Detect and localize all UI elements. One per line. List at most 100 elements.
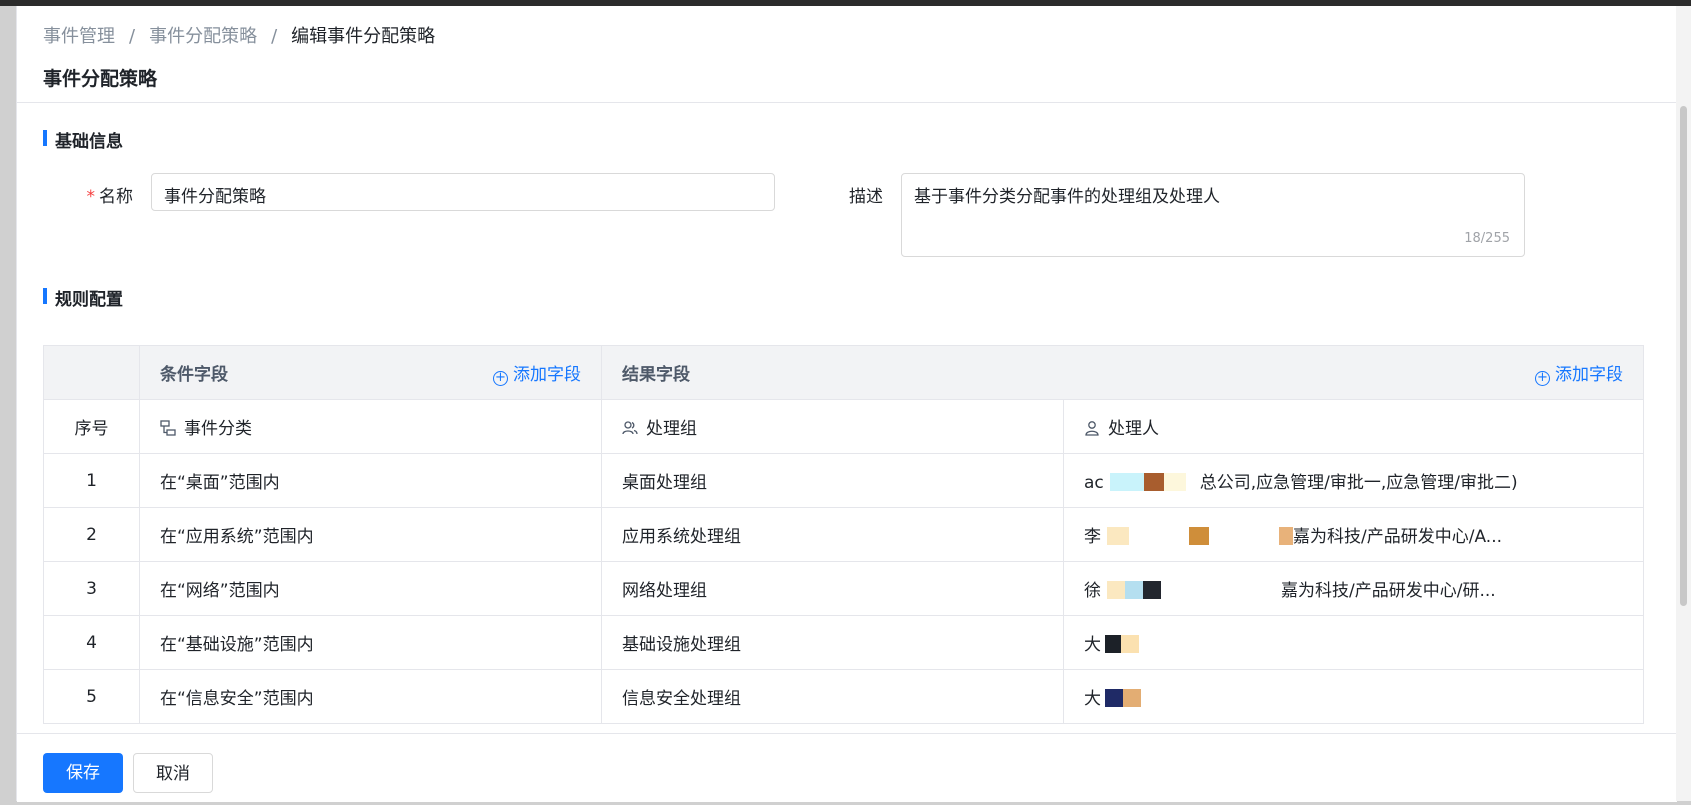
assignee-prefix: 徐 <box>1084 581 1101 601</box>
cancel-button[interactable]: 取消 <box>133 753 213 793</box>
row-group[interactable]: 网络处理组 <box>601 561 1064 616</box>
assignee-prefix: 李 <box>1084 527 1101 547</box>
redacted-block <box>1189 527 1209 545</box>
redacted-block <box>1129 527 1189 545</box>
condition-field-title: 条件字段 <box>160 364 228 385</box>
row-assignee[interactable]: 大 <box>1063 669 1644 724</box>
redacted-block <box>1105 689 1123 707</box>
section-title-rules: 规则配置 <box>43 285 123 310</box>
rules-table-group-header: 条件字段 + 添加字段 结果字段 + 添加字段 <box>43 345 1644 400</box>
add-condition-field-button[interactable]: + 添加字段 <box>493 360 581 386</box>
breadcrumb-separator: / <box>129 26 136 47</box>
row-assignee[interactable]: ac 总公司,应急管理/审批一,应急管理/审批二) <box>1063 453 1644 508</box>
result-field-header: 结果字段 + 添加字段 <box>601 345 1644 400</box>
save-button[interactable]: 保存 <box>43 753 123 793</box>
row-index: 3 <box>43 561 140 616</box>
required-mark: * <box>86 187 96 207</box>
breadcrumb: 事件管理 / 事件分配策略 / 编辑事件分配策略 <box>43 22 435 48</box>
row-assignee[interactable]: 大 <box>1063 615 1644 670</box>
user-icon <box>1085 421 1099 436</box>
description-char-counter: 18/255 <box>1464 231 1510 246</box>
plus-circle-icon: + <box>493 370 508 386</box>
section-title-basic-info: 基础信息 <box>43 127 123 152</box>
redacted-block <box>1163 473 1186 491</box>
edit-page: 事件管理 / 事件分配策略 / 编辑事件分配策略 事件分配策略 基础信息 * 名称 事件分… <box>16 6 1677 802</box>
row-index: 1 <box>43 453 140 508</box>
add-result-field-button[interactable]: + 添加字段 <box>1535 360 1623 386</box>
name-label: * 名称 <box>77 182 134 207</box>
assignee-suffix: 嘉为科技/产品研发中心/研... <box>1281 581 1496 601</box>
redacted-block <box>1186 473 1200 491</box>
redacted-block <box>1109 473 1144 491</box>
description-textarea[interactable]: 基于事件分类分配事件的处理组及处理人 18/255 <box>901 173 1525 257</box>
row-index: 5 <box>43 669 140 724</box>
row-index: 2 <box>43 507 140 562</box>
redacted-block <box>1161 581 1281 599</box>
row-group[interactable]: 应用系统处理组 <box>601 507 1064 562</box>
name-input-value: 事件分配策略 <box>164 187 266 207</box>
assignee-prefix: ac <box>1084 473 1104 493</box>
row-group[interactable]: 桌面处理组 <box>601 453 1064 508</box>
group-column-header: 处理组 <box>601 399 1064 454</box>
redacted-block <box>1125 581 1143 599</box>
name-label-text: 名称 <box>99 187 133 207</box>
description-value: 基于事件分类分配事件的处理组及处理人 <box>914 187 1220 207</box>
scrollbar-thumb[interactable] <box>1680 106 1687 606</box>
redacted-block <box>1123 689 1141 707</box>
rules-table-column-header: 序号 事件分类 处理组 处理人 <box>43 399 1644 454</box>
category-column-header: 事件分类 <box>139 399 602 454</box>
redacted-block <box>1107 581 1125 599</box>
result-field-title: 结果字段 <box>622 364 690 385</box>
breadcrumb-separator: / <box>271 26 278 47</box>
header-divider <box>17 102 1677 103</box>
redacted-block <box>1143 473 1164 491</box>
row-group[interactable]: 基础设施处理组 <box>601 615 1064 670</box>
breadcrumb-item-strategy[interactable]: 事件分配策略 <box>149 22 257 48</box>
screen-frame: 事件管理 / 事件分配策略 / 编辑事件分配策略 事件分配策略 基础信息 * 名称 事件分… <box>0 0 1691 805</box>
table-row[interactable]: 1 在“桌面”范围内 桌面处理组 ac 总公司,应急管理/审批一,应急管理/审批二… <box>43 453 1644 508</box>
page-title: 事件分配策略 <box>43 68 158 90</box>
desc-label: 描述 <box>849 187 883 207</box>
row-condition[interactable]: 在“应用系统”范围内 <box>139 507 602 562</box>
assignee-column-label: 处理人 <box>1108 419 1159 439</box>
redacted-block <box>1107 527 1129 545</box>
redacted-block <box>1121 635 1139 653</box>
table-row[interactable]: 2 在“应用系统”范围内 应用系统处理组 李 嘉为科技/产品研发中心/A... <box>43 507 1644 562</box>
assignee-prefix: 大 <box>1084 635 1101 655</box>
assignee-suffix: 嘉为科技/产品研发中心/A... <box>1293 527 1502 547</box>
rules-table: 条件字段 + 添加字段 结果字段 + 添加字段 序号 事件分类 处理组 处理人 <box>43 345 1644 724</box>
window-scrollbar[interactable] <box>1676 6 1691 801</box>
users-icon <box>622 421 638 435</box>
row-index: 4 <box>43 615 140 670</box>
redacted-block <box>1209 527 1279 545</box>
redacted-block <box>1105 635 1121 653</box>
add-field-label: 添加字段 <box>1555 364 1623 385</box>
assignee-suffix: 总公司,应急管理/审批一,应急管理/审批二) <box>1199 473 1518 493</box>
name-input[interactable]: 事件分配策略 <box>151 173 775 211</box>
form-footer: 保存 取消 <box>17 733 1677 802</box>
condition-field-header: 条件字段 + 添加字段 <box>139 345 602 400</box>
tree-icon <box>160 420 176 436</box>
header-empty-cell <box>43 345 140 400</box>
plus-circle-icon: + <box>1535 370 1550 386</box>
add-field-label: 添加字段 <box>513 364 581 385</box>
row-assignee[interactable]: 李 嘉为科技/产品研发中心/A... <box>1063 507 1644 562</box>
row-condition[interactable]: 在“桌面”范围内 <box>139 453 602 508</box>
table-row[interactable]: 3 在“网络”范围内 网络处理组 徐 嘉为科技/产品研发中心/研... <box>43 561 1644 616</box>
category-column-label: 事件分类 <box>184 419 252 439</box>
breadcrumb-item-event-management[interactable]: 事件管理 <box>43 22 115 48</box>
assignee-prefix: 大 <box>1084 689 1101 709</box>
row-condition[interactable]: 在“基础设施”范围内 <box>139 615 602 670</box>
breadcrumb-item-current: 编辑事件分配策略 <box>291 26 436 47</box>
redacted-block <box>1143 581 1161 599</box>
row-condition[interactable]: 在“网络”范围内 <box>139 561 602 616</box>
row-group[interactable]: 信息安全处理组 <box>601 669 1064 724</box>
table-row[interactable]: 5 在“信息安全”范围内 信息安全处理组 大 <box>43 669 1644 724</box>
row-condition[interactable]: 在“信息安全”范围内 <box>139 669 602 724</box>
assignee-column-header: 处理人 <box>1063 399 1644 454</box>
table-row[interactable]: 4 在“基础设施”范围内 基础设施处理组 大 <box>43 615 1644 670</box>
group-column-label: 处理组 <box>646 419 697 439</box>
redacted-block <box>1279 527 1293 545</box>
index-column-header: 序号 <box>43 399 140 454</box>
row-assignee[interactable]: 徐 嘉为科技/产品研发中心/研... <box>1063 561 1644 616</box>
